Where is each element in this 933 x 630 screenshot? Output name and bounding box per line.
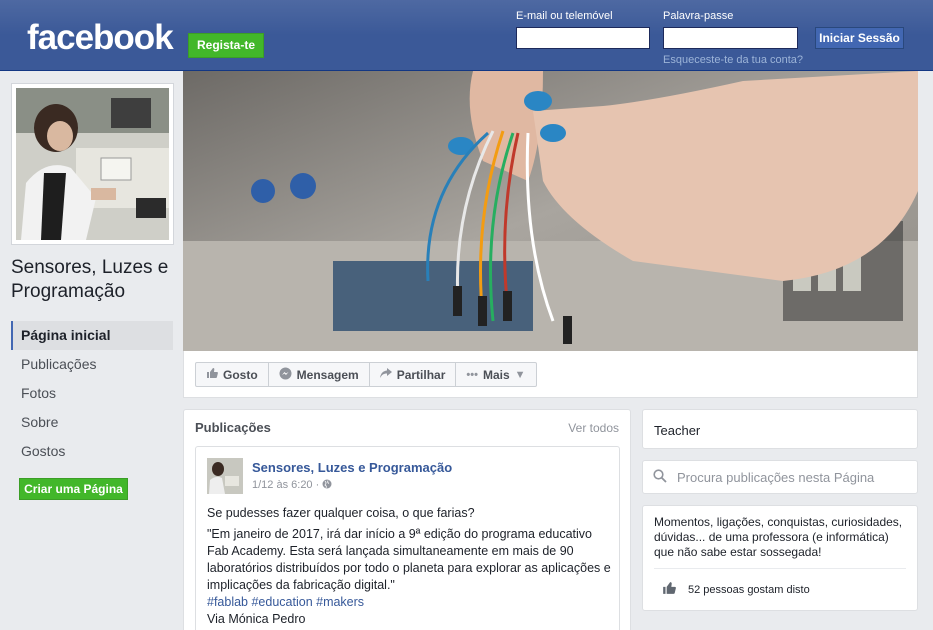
- posts-card: Publicações Ver todos Sensores, Luzes e …: [183, 409, 631, 630]
- post-author-avatar[interactable]: [207, 458, 243, 494]
- post: Sensores, Luzes e Programação 1/12 às 6:…: [195, 446, 620, 630]
- page-category-card: Teacher: [642, 409, 918, 449]
- top-bar: facebook Regista-te E-mail ou telemóvel …: [0, 0, 933, 71]
- cover-photo-image: [183, 71, 918, 351]
- message-label: Mensagem: [296, 367, 359, 382]
- page-likes-row[interactable]: 52 pessoas gostam disto: [654, 568, 906, 598]
- more-label: Mais: [482, 367, 510, 382]
- more-button[interactable]: ••• Mais ▼: [456, 363, 535, 386]
- like-button[interactable]: Gosto: [196, 363, 269, 386]
- like-label: Gosto: [223, 367, 258, 382]
- posts-title: Publicações: [195, 420, 271, 435]
- post-hashtags[interactable]: #fablab #education #makers: [207, 594, 612, 611]
- post-time-text: 1/12 às 6:20 ·: [252, 479, 320, 491]
- post-via: Via Mónica Pedro: [207, 612, 306, 626]
- message-icon: [279, 367, 292, 383]
- see-all-link[interactable]: Ver todos: [568, 421, 619, 435]
- forgot-account-link[interactable]: Esqueceste-te da tua conta?: [663, 54, 803, 66]
- likes-count: 52 pessoas gostam disto: [688, 583, 810, 596]
- cover-photo[interactable]: [183, 71, 918, 351]
- more-icon: •••: [466, 368, 478, 381]
- chevron-down-icon: ▼: [514, 368, 526, 381]
- sidebar-item-about[interactable]: Sobre: [11, 408, 173, 437]
- search-icon: [653, 468, 667, 486]
- post-body: Se pudesses fazer qualquer coisa, o que …: [207, 505, 612, 628]
- post-timestamp[interactable]: 1/12 às 6:20 ·: [252, 479, 332, 491]
- about-text: Momentos, ligações, conquistas, curiosid…: [654, 515, 903, 559]
- share-label: Partilhar: [396, 367, 446, 382]
- page-action-bar: Gosto Mensagem Partilhar ••• Mais ▼: [183, 351, 918, 398]
- create-page-button[interactable]: Criar uma Página: [19, 478, 128, 500]
- sidebar-item-photos[interactable]: Fotos: [11, 379, 173, 408]
- sidebar-item-home[interactable]: Página inicial: [11, 321, 173, 350]
- share-icon: [379, 367, 392, 382]
- login-button[interactable]: Iniciar Sessão: [815, 27, 904, 49]
- password-field[interactable]: [663, 27, 798, 49]
- sidebar-nav: Página inicial Publicações Fotos Sobre G…: [11, 321, 173, 466]
- post-author-name[interactable]: Sensores, Luzes e Programação: [252, 460, 452, 475]
- email-label: E-mail ou telemóvel: [516, 10, 613, 22]
- profile-photo-image: [16, 88, 169, 240]
- action-buttons: Gosto Mensagem Partilhar ••• Mais ▼: [195, 362, 537, 387]
- page-search-box[interactable]: Procura publicações nesta Página: [642, 460, 918, 494]
- post-question: Se pudesses fazer qualquer coisa, o que …: [207, 506, 475, 520]
- thumbs-up-icon: [662, 581, 676, 598]
- password-label: Palavra-passe: [663, 10, 734, 22]
- sidebar-item-posts[interactable]: Publicações: [11, 350, 173, 379]
- facebook-logo[interactable]: facebook: [27, 18, 174, 58]
- page-category[interactable]: Teacher: [654, 423, 700, 438]
- globe-icon: [322, 479, 332, 491]
- search-input[interactable]: Procura publicações nesta Página: [677, 470, 874, 485]
- post-quote: "Em janeiro de 2017, irá dar início a 9ª…: [207, 527, 611, 592]
- message-button[interactable]: Mensagem: [269, 363, 370, 386]
- page-title: Sensores, Luzes e Programação: [11, 257, 169, 302]
- about-card: Momentos, ligações, conquistas, curiosid…: [642, 505, 918, 611]
- sidebar-item-likes[interactable]: Gostos: [11, 437, 173, 466]
- thumbs-up-icon: [206, 367, 218, 382]
- profile-picture[interactable]: [11, 83, 174, 245]
- email-field[interactable]: [516, 27, 650, 49]
- signup-button[interactable]: Regista-te: [188, 33, 264, 58]
- share-button[interactable]: Partilhar: [370, 363, 457, 386]
